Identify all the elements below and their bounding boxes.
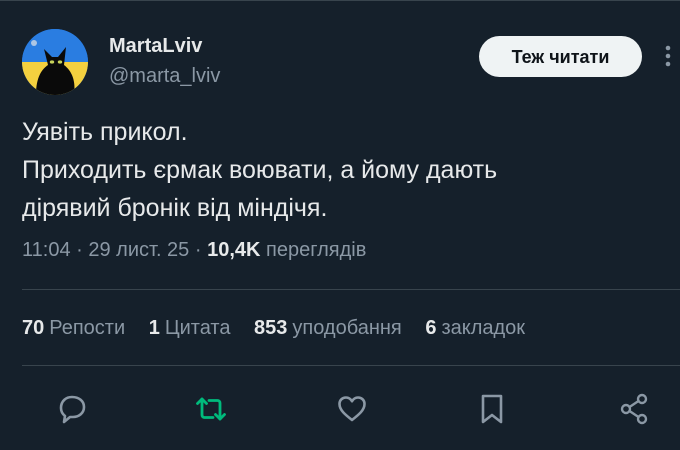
follow-button[interactable]: Теж читати bbox=[479, 36, 642, 77]
share-icon bbox=[620, 393, 648, 425]
quotes-stat[interactable]: 1 Цитата bbox=[149, 317, 231, 340]
views-count: 10,4K bbox=[207, 239, 261, 261]
bookmarks-count: 6 bbox=[425, 317, 437, 339]
action-bar bbox=[0, 389, 680, 429]
like-button[interactable] bbox=[332, 389, 372, 429]
tweet-text: Уявіть прикол. Приходить єрмак воювати, … bbox=[22, 113, 662, 227]
repost-button[interactable] bbox=[191, 389, 231, 429]
divider bbox=[22, 289, 680, 290]
avatar[interactable] bbox=[22, 29, 88, 95]
avatar-cat-image bbox=[22, 29, 88, 95]
bookmarks-stat[interactable]: 6 закладок bbox=[425, 317, 525, 340]
more-options-icon[interactable] bbox=[658, 43, 678, 69]
bookmark-button[interactable] bbox=[472, 389, 512, 429]
likes-stat[interactable]: 853 уподобання bbox=[254, 317, 402, 340]
tweet-date[interactable]: 29 лист. 25 bbox=[88, 239, 189, 261]
likes-count: 853 bbox=[254, 317, 288, 339]
reposts-count: 70 bbox=[22, 317, 45, 339]
bookmark-icon bbox=[481, 394, 503, 424]
author-handle[interactable]: @marta_lviv bbox=[109, 65, 220, 88]
tweet-text-line: Приходить єрмак воювати, а йому дають bbox=[22, 156, 498, 184]
engagement-stats: 70 Репости 1 Цитата 853 уподобання 6 закладо… bbox=[22, 317, 543, 340]
tweet-text-line: дірявий бронік від міндічя. bbox=[22, 194, 328, 222]
reply-button[interactable] bbox=[52, 389, 92, 429]
views-label: переглядів bbox=[266, 239, 367, 261]
separator-dot: · bbox=[194, 239, 208, 261]
tweet-meta: 11:04 · 29 лист. 25 · 10,4K переглядів bbox=[22, 239, 366, 262]
separator-dot: · bbox=[76, 239, 89, 261]
quotes-label: Цитата bbox=[164, 317, 231, 339]
likes-label: уподобання bbox=[292, 317, 402, 339]
heart-icon bbox=[338, 396, 366, 422]
share-button[interactable] bbox=[614, 389, 654, 429]
bookmarks-label: закладок bbox=[441, 317, 526, 339]
reply-icon bbox=[59, 395, 86, 424]
author-name[interactable]: MartaLviv bbox=[109, 35, 202, 58]
tweet-text-line: Уявіть прикол. bbox=[22, 118, 188, 146]
reposts-label: Репости bbox=[49, 317, 126, 339]
tweet-card: MartaLviv @marta_lviv Теж читати Уявіть … bbox=[0, 0, 680, 450]
reposts-stat[interactable]: 70 Репости bbox=[22, 317, 125, 340]
repost-icon bbox=[196, 397, 226, 421]
quotes-count: 1 bbox=[148, 317, 160, 339]
divider bbox=[22, 365, 680, 366]
tweet-time[interactable]: 11:04 bbox=[22, 239, 71, 261]
